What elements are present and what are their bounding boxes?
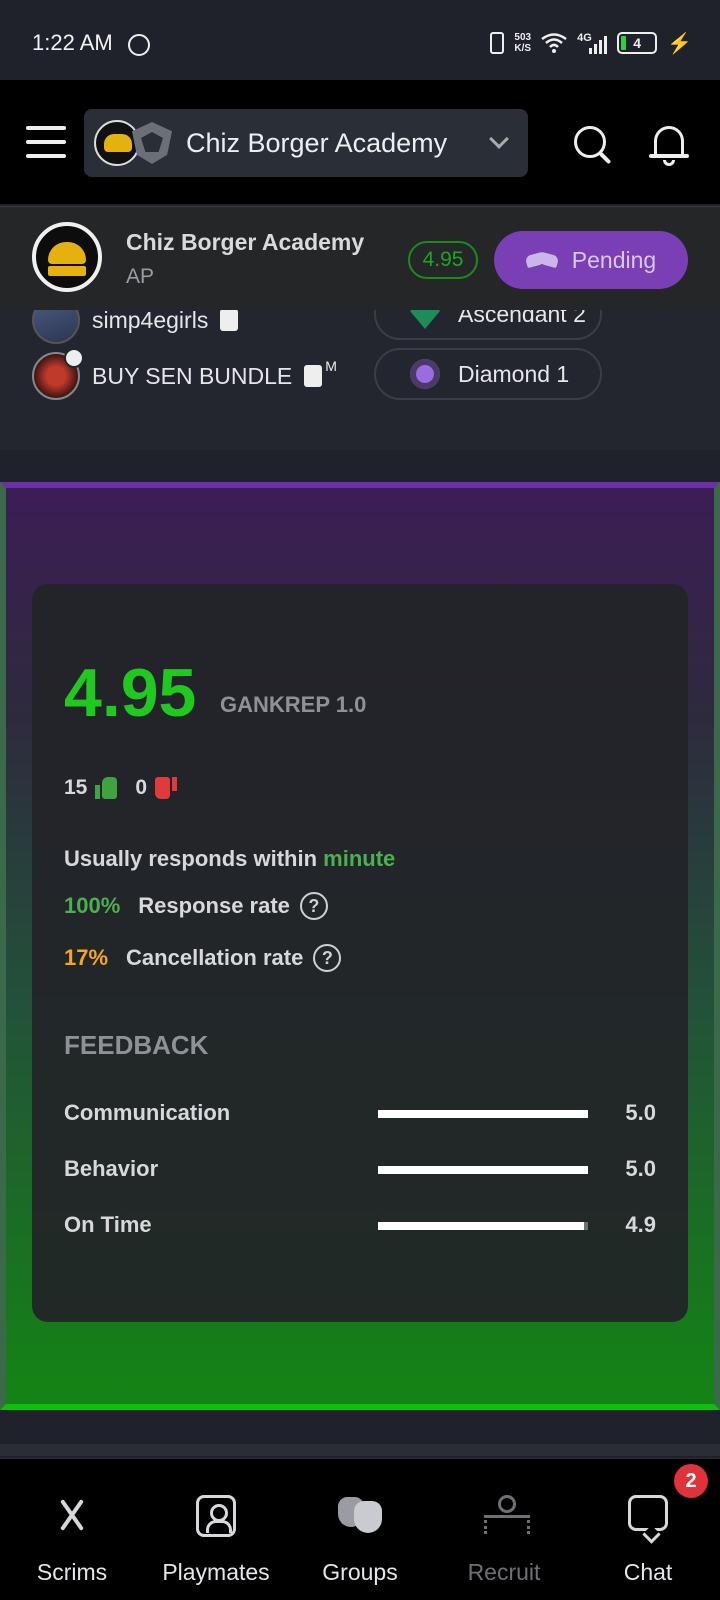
team-name: Chiz Borger Academy bbox=[126, 229, 365, 255]
bell-icon[interactable] bbox=[648, 122, 692, 168]
battery-level: 4 bbox=[633, 35, 641, 51]
nav-groups[interactable]: Groups bbox=[288, 1459, 432, 1600]
feedback-value: 5.0 bbox=[625, 1156, 656, 1181]
menu-icon[interactable] bbox=[26, 126, 66, 158]
team-region: AP bbox=[126, 265, 155, 288]
feedback-label: Behavior bbox=[64, 1156, 159, 1181]
feedback-value: 5.0 bbox=[625, 1100, 656, 1125]
search-icon[interactable] bbox=[572, 124, 612, 166]
thumbs-down-icon bbox=[155, 777, 178, 799]
nav-label: Playmates bbox=[162, 1559, 270, 1585]
game-shield-icon bbox=[132, 122, 172, 164]
verified-icon bbox=[64, 348, 84, 368]
feedback-bar-fill bbox=[378, 1110, 588, 1118]
response-rate: 100% Response rate ? bbox=[64, 892, 328, 920]
net-speed: 503 K/S bbox=[514, 32, 531, 54]
feedback-row: Communication 5.0 bbox=[64, 1098, 656, 1128]
roster-member[interactable]: BUY SEN BUNDLE M bbox=[32, 348, 337, 400]
feedback-bar bbox=[378, 1166, 588, 1174]
response-time-value: minute bbox=[323, 846, 396, 871]
masks-icon bbox=[338, 1495, 382, 1533]
net-speed-value: 503 bbox=[514, 32, 532, 43]
bottom-nav: Scrims Playmates Groups Recruit Chat bbox=[0, 1458, 720, 1600]
org-chart-icon bbox=[482, 1495, 530, 1535]
team-selector[interactable]: Chiz Borger Academy bbox=[84, 109, 528, 177]
response-rate-value: 100% bbox=[64, 893, 121, 918]
feedback-label: On Time bbox=[64, 1212, 152, 1237]
manager-role-icon bbox=[304, 365, 323, 387]
rank-label: Diamond 1 bbox=[458, 360, 570, 387]
feedback-bar bbox=[378, 1110, 588, 1118]
feedback-bar-fill bbox=[378, 1222, 584, 1230]
battery-icon: 4 bbox=[617, 32, 658, 54]
feedback-label: Communication bbox=[64, 1100, 231, 1125]
charging-icon: ⚡ bbox=[667, 32, 692, 55]
member-avatar bbox=[32, 348, 84, 400]
rank-badge: Diamond 1 bbox=[374, 348, 602, 400]
app-header: Chiz Borger Academy bbox=[0, 80, 720, 204]
team-selector-label: Chiz Borger Academy bbox=[186, 127, 448, 158]
status-time: 1:22 AM bbox=[32, 30, 113, 55]
team-header: Chiz Borger Academy AP 4.95 Pending bbox=[0, 206, 720, 310]
nav-playmates[interactable]: Playmates bbox=[144, 1459, 288, 1600]
member-name: simp4egirls bbox=[92, 306, 209, 333]
wifi-icon bbox=[541, 33, 567, 53]
chat-bubble-icon bbox=[628, 1495, 668, 1531]
status-icons: 503 K/S 4G 4 ⚡ bbox=[490, 28, 692, 58]
signal-icon: 4G bbox=[577, 32, 608, 54]
reputation-card: 4.95 GANKREP 1.0 15 0 Usually responds w… bbox=[32, 584, 688, 1322]
rep-system-label: GANKREP 1.0 bbox=[220, 692, 367, 717]
feedback-bar bbox=[378, 1222, 588, 1230]
member-role-icon bbox=[220, 309, 239, 331]
feedback-row: Behavior 5.0 bbox=[64, 1154, 656, 1184]
team-avatar bbox=[32, 222, 102, 292]
dislikes-count: 0 bbox=[135, 776, 148, 799]
nav-label: Scrims bbox=[36, 1559, 108, 1585]
feedback-row: On Time 4.9 bbox=[64, 1210, 656, 1240]
nav-scrims[interactable]: Scrims bbox=[0, 1459, 144, 1600]
help-icon[interactable]: ? bbox=[313, 944, 342, 972]
nav-label: Chat bbox=[623, 1559, 673, 1585]
chat-unread-badge: 2 bbox=[674, 1464, 708, 1498]
next-section-edge bbox=[0, 1444, 720, 1456]
cancellation-rate: 17% Cancellation rate ? bbox=[64, 944, 342, 972]
pending-button[interactable]: Pending bbox=[494, 231, 688, 289]
thumbs-up-icon bbox=[95, 777, 118, 799]
likes-count: 15 bbox=[64, 776, 88, 799]
feedback-value: 4.9 bbox=[625, 1212, 656, 1237]
crossed-swords-icon bbox=[52, 1495, 92, 1535]
vibrate-icon bbox=[490, 32, 505, 54]
rep-score: 4.95 bbox=[64, 655, 197, 731]
team-logo-icon bbox=[94, 120, 140, 166]
whatsapp-icon bbox=[128, 34, 150, 56]
nav-recruit[interactable]: Recruit bbox=[432, 1459, 576, 1600]
user-card-icon bbox=[196, 1495, 236, 1537]
cancellation-rate-label: Cancellation rate bbox=[126, 945, 304, 970]
handshake-icon bbox=[526, 250, 558, 270]
help-icon[interactable]: ? bbox=[299, 892, 328, 920]
vote-counts: 15 0 bbox=[64, 776, 195, 800]
nav-label: Groups bbox=[322, 1559, 398, 1585]
roster-list: simp4egirls Ascendant 2 BUY SEN BUNDLE M… bbox=[0, 288, 720, 450]
response-time-prefix: Usually responds within bbox=[64, 846, 318, 871]
cancellation-rate-value: 17% bbox=[64, 945, 109, 970]
nav-label: Recruit bbox=[467, 1559, 541, 1585]
feedback-title: FEEDBACK bbox=[64, 1030, 209, 1060]
feedback-bar-fill bbox=[378, 1166, 588, 1174]
reputation-section: 4.95 GANKREP 1.0 15 0 Usually responds w… bbox=[0, 482, 720, 1410]
status-bar: 1:22 AM 503 K/S 4G 4 ⚡ bbox=[0, 0, 720, 80]
team-rep-score: 4.95 bbox=[408, 241, 478, 279]
response-time: Usually responds within minute bbox=[64, 846, 395, 872]
net-speed-unit: K/S bbox=[514, 43, 532, 54]
chevron-down-icon bbox=[489, 129, 509, 149]
member-name: BUY SEN BUNDLE bbox=[92, 362, 293, 389]
member-role-tag: M bbox=[325, 358, 337, 374]
diamond-rank-icon bbox=[410, 359, 440, 389]
pending-button-label: Pending bbox=[571, 246, 657, 273]
response-rate-label: Response rate bbox=[138, 893, 290, 918]
